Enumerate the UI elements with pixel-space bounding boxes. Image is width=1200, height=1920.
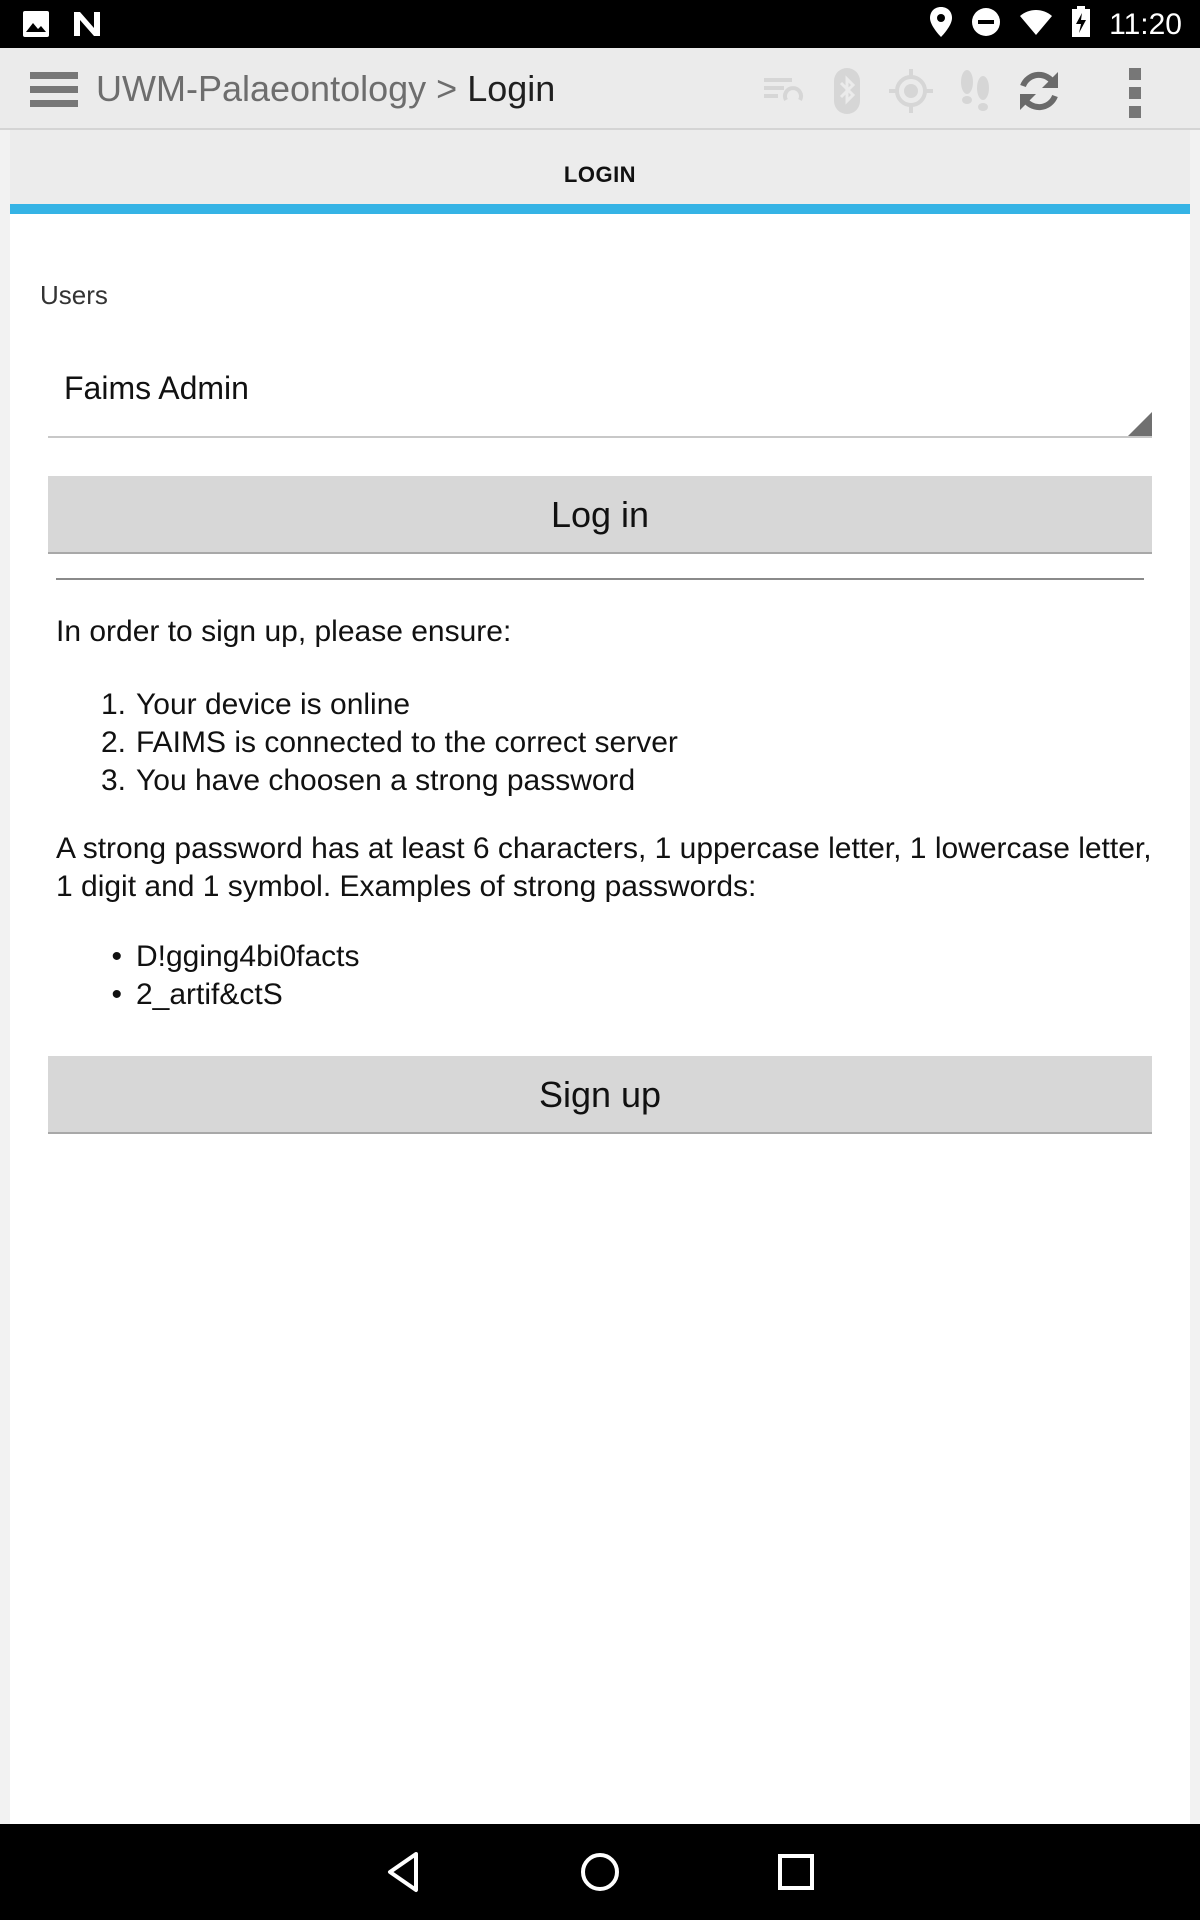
tab-login[interactable]: LOGIN (564, 162, 636, 188)
overflow-menu-icon[interactable] (1110, 66, 1160, 118)
tab-indicator (10, 204, 1190, 214)
page-name: Login (467, 68, 556, 109)
signup-intro: In order to sign up, please ensure: (56, 615, 512, 648)
bullet-icon: • (111, 940, 122, 973)
list-item: 1. Your device is online (100, 688, 411, 721)
do-not-disturb-icon (971, 7, 1001, 42)
image-icon (22, 10, 50, 43)
back-icon[interactable] (378, 1846, 430, 1898)
page-title: UWM-Palaeontology > Login (96, 66, 555, 112)
status-time: 11:20 (1109, 7, 1182, 41)
project-name: UWM-Palaeontology (96, 68, 427, 109)
tab-bar: LOGIN (10, 130, 1190, 206)
login-button[interactable]: Log in (48, 476, 1152, 554)
bluetooth-icon[interactable] (822, 66, 872, 116)
selected-user: Faims Admin (64, 370, 249, 406)
action-bar: UWM-Palaeontology > Login (0, 48, 1200, 130)
recents-icon[interactable] (770, 1846, 822, 1898)
breadcrumb-separator: > (436, 68, 458, 109)
list-item: • 2_artif&ctS (56, 976, 359, 1014)
user-select[interactable]: Faims Admin (48, 364, 1152, 438)
location-icon (929, 6, 953, 43)
gps-icon[interactable] (886, 66, 936, 116)
list-item: 2. FAIMS is connected to the correct serv… (100, 726, 678, 759)
status-bar: 11:20 (0, 0, 1200, 48)
requirements-list: 1. Your device is online 2. FAIMS is conne… (56, 686, 678, 800)
refresh-icon[interactable] (1014, 66, 1064, 116)
signup-button[interactable]: Sign up (48, 1056, 1152, 1134)
wifi-icon (1019, 8, 1053, 41)
list-item: 3. You have choosen a strong password (100, 764, 636, 797)
battery-charging-icon (1071, 6, 1091, 43)
dropdown-corner-icon (1128, 412, 1152, 436)
tracking-icon[interactable] (950, 66, 1000, 116)
password-examples-list: • D!gging4bi0facts • 2_artif&ctS (56, 938, 359, 1014)
list-item: • D!gging4bi0facts (56, 938, 359, 976)
password-note: A strong password has at least 6 charact… (56, 832, 1152, 903)
menu-icon[interactable] (28, 68, 82, 112)
home-icon[interactable] (574, 1846, 626, 1898)
n-notification-icon (72, 10, 102, 43)
bullet-icon: • (111, 978, 122, 1011)
divider (56, 578, 1144, 580)
login-content: Users Faims Admin Log in In order to sig… (10, 214, 1190, 1824)
nav-bar (0, 1824, 1200, 1920)
users-label: Users (40, 280, 108, 310)
sync-list-icon[interactable] (756, 66, 806, 116)
